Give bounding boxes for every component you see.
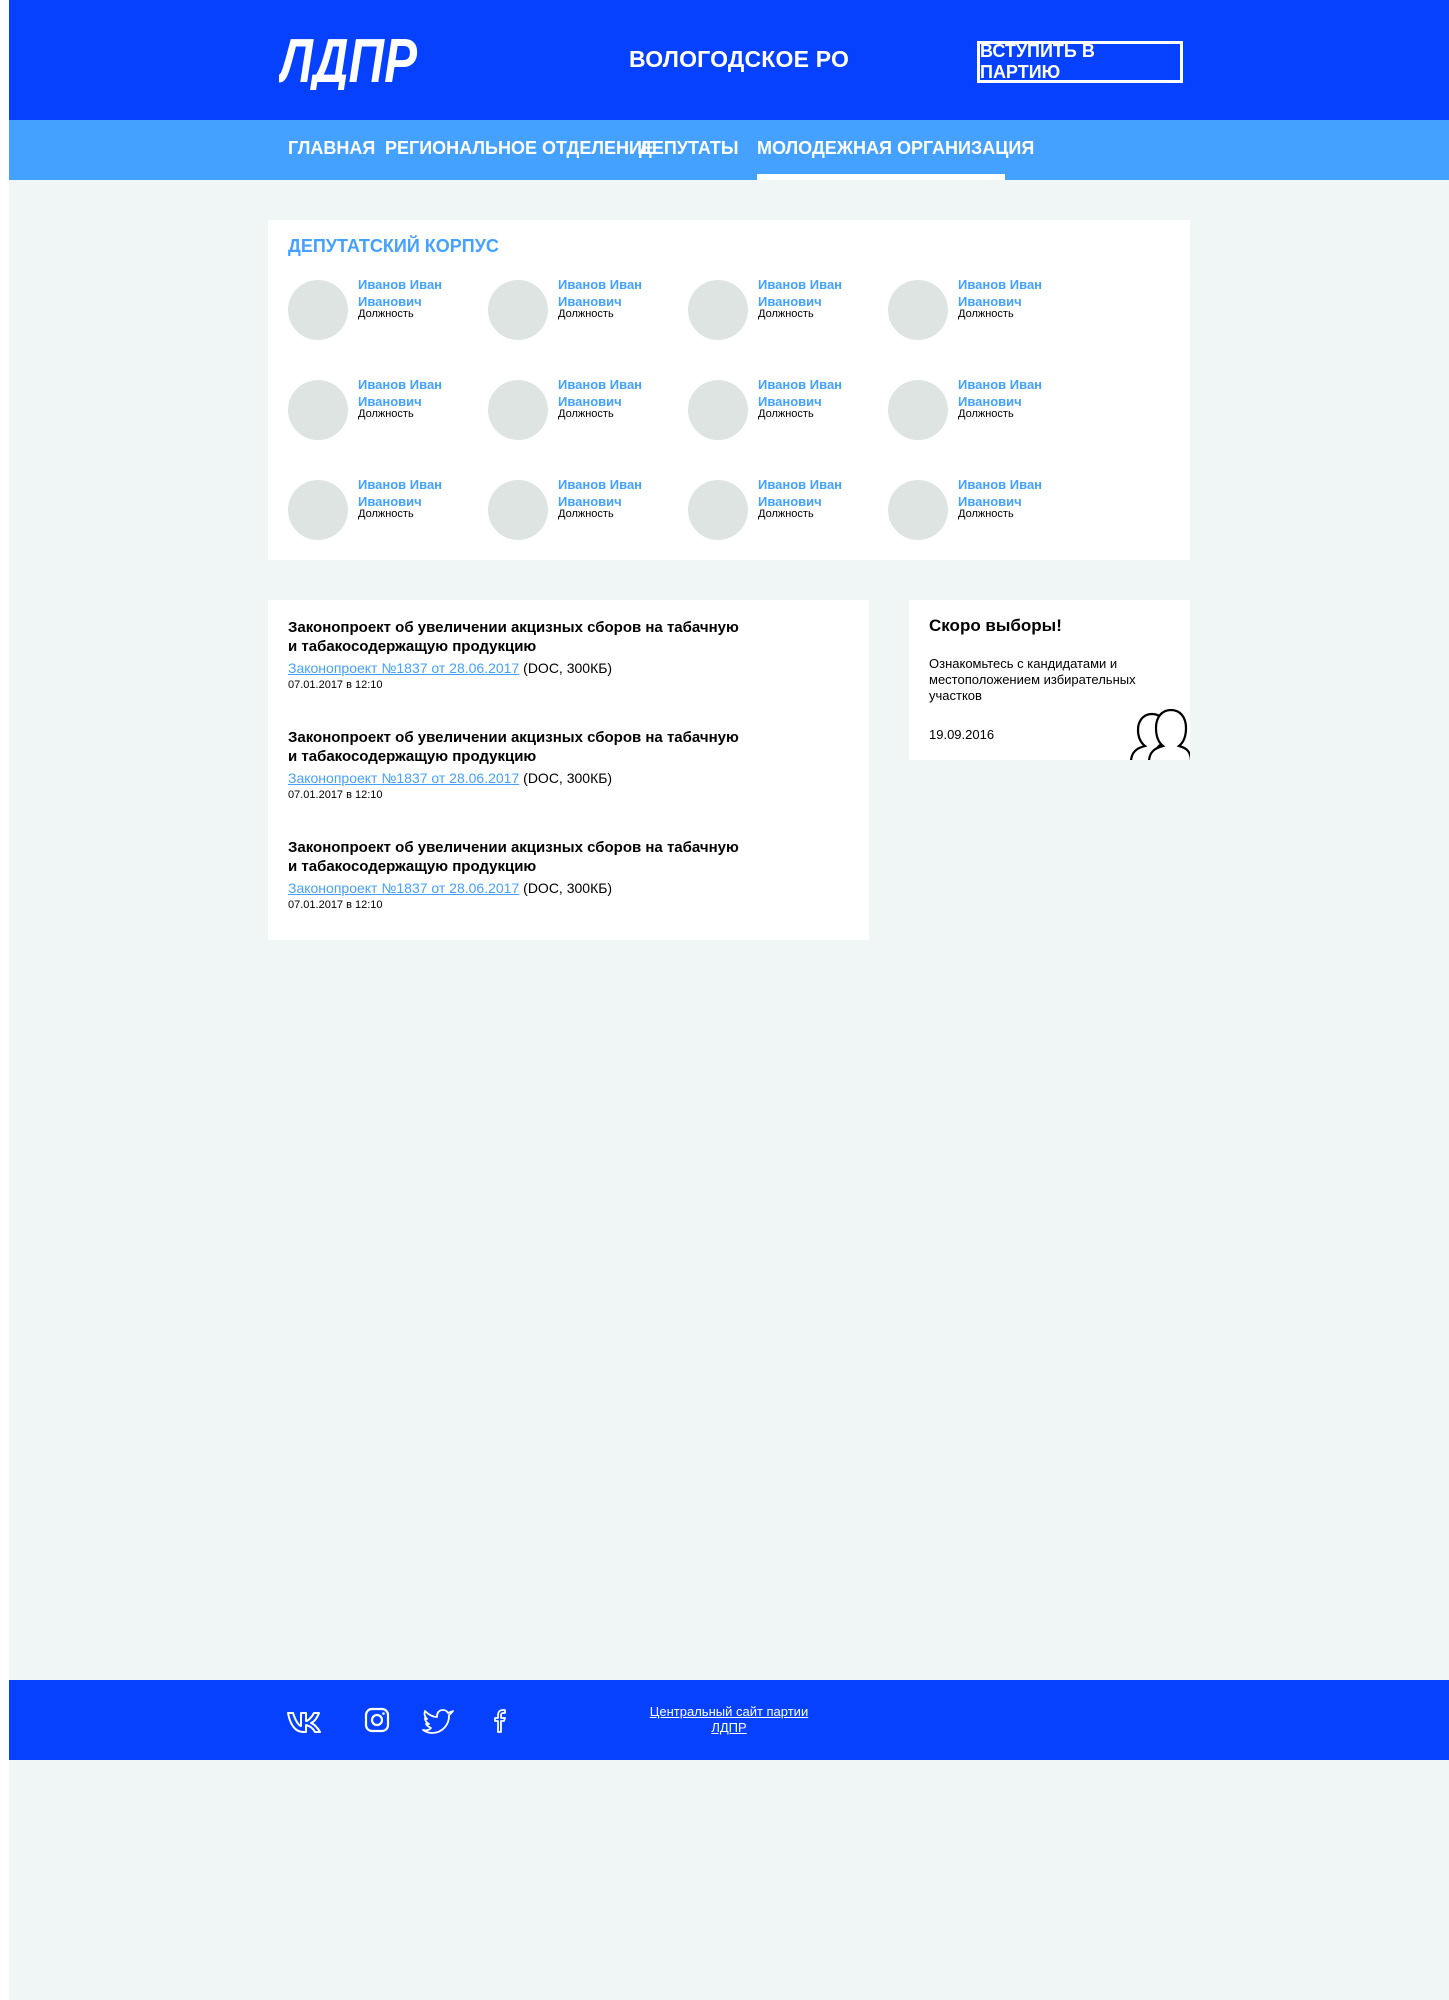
avatar <box>488 380 548 440</box>
document-item: Законопроект об увеличении акцизных сбор… <box>288 618 748 691</box>
deputy-name[interactable]: Иванов Иван Иванович <box>358 276 483 310</box>
document-link-row: Законопроект №1837 от 28.06.2017 (DOC, 3… <box>288 770 748 786</box>
document-meta: (DOC, 300КБ) <box>523 880 613 896</box>
avatar <box>288 280 348 340</box>
deputy-name[interactable]: Иванов Иван Иванович <box>558 476 683 510</box>
avatar <box>688 380 748 440</box>
nav-item-youth-organization[interactable]: МОЛОДЕЖНАЯ ОРГАНИЗАЦИЯ <box>757 138 1034 159</box>
elections-widget[interactable]: Скоро выборы! Ознакомьтесь с кандидатами… <box>909 600 1190 760</box>
deputy-name[interactable]: Иванов Иван Иванович <box>958 376 1083 410</box>
deputy-role: Должность <box>958 508 1014 520</box>
avatar <box>888 380 948 440</box>
deputy-card[interactable]: Иванов Иван Иванович Должность <box>488 376 688 440</box>
deputy-card[interactable]: Иванов Иван Иванович Должность <box>688 476 888 540</box>
document-title: Законопроект об увеличении акцизных сбор… <box>288 619 739 655</box>
deputy-card[interactable]: Иванов Иван Иванович Должность <box>888 376 1088 440</box>
deputy-role: Должность <box>758 408 814 420</box>
deputy-name[interactable]: Иванов Иван Иванович <box>758 476 883 510</box>
deputy-role: Должность <box>958 308 1014 320</box>
join-party-button[interactable]: ВСТУПИТЬ В ПАРТИЮ <box>977 41 1183 83</box>
elections-description: Ознакомьтесь с кандидатами и местоположе… <box>929 656 1136 703</box>
document-item: Законопроект об увеличении акцизных сбор… <box>288 728 748 801</box>
document-link[interactable]: Законопроект №1837 от 28.06.2017 <box>288 770 519 786</box>
deputy-card[interactable]: Иванов Иван Иванович Должность <box>888 276 1088 340</box>
deputy-name[interactable]: Иванов Иван Иванович <box>758 376 883 410</box>
document-meta: (DOC, 300КБ) <box>523 770 613 786</box>
deputy-name[interactable]: Иванов Иван Иванович <box>558 276 683 310</box>
document-title: Законопроект об увеличении акцизных сбор… <box>288 839 739 875</box>
avatar <box>488 280 548 340</box>
deputy-role: Должность <box>358 408 414 420</box>
site-footer: Центральный сайт партии ЛДПР <box>9 1680 1449 1760</box>
deputy-card[interactable]: Иванов Иван Иванович Должность <box>688 276 888 340</box>
avatar <box>888 480 948 540</box>
elections-title: Скоро выборы! <box>929 616 1062 635</box>
deputy-name[interactable]: Иванов Иван Иванович <box>358 376 483 410</box>
avatar <box>288 380 348 440</box>
site-header: ЛДПР ВОЛОГОДСКОЕ РО ВСТУПИТЬ В ПАРТИЮ <box>9 0 1449 120</box>
avatar <box>488 480 548 540</box>
deputy-role: Должность <box>358 308 414 320</box>
ldpr-logo[interactable]: ЛДПР <box>279 30 419 90</box>
document-link-row: Законопроект №1837 от 28.06.2017 (DOC, 3… <box>288 660 748 676</box>
nav-active-indicator <box>757 174 1005 180</box>
avatar <box>288 480 348 540</box>
deputy-role: Должность <box>758 308 814 320</box>
document-link[interactable]: Законопроект №1837 от 28.06.2017 <box>288 880 519 896</box>
vk-icon[interactable] <box>287 1706 321 1734</box>
document-title: Законопроект об увеличении акцизных сбор… <box>288 729 739 765</box>
page: ЛДПР ВОЛОГОДСКОЕ РО ВСТУПИТЬ В ПАРТИЮ ГЛ… <box>9 0 1449 2000</box>
deputy-name[interactable]: Иванов Иван Иванович <box>758 276 883 310</box>
svg-text:ЛДПР: ЛДПР <box>279 30 418 90</box>
deputy-name[interactable]: Иванов Иван Иванович <box>958 476 1083 510</box>
avatar <box>688 280 748 340</box>
deputies-title: ДЕПУТАТСКИЙ КОРПУС <box>288 236 499 256</box>
deputy-card[interactable]: Иванов Иван Иванович Должность <box>688 376 888 440</box>
document-item: Законопроект об увеличении акцизных сбор… <box>288 838 748 911</box>
deputy-card[interactable]: Иванов Иван Иванович Должность <box>288 276 488 340</box>
avatar <box>688 480 748 540</box>
avatar <box>888 280 948 340</box>
document-date: 07.01.2017 в 12:10 <box>288 679 383 691</box>
documents-list: Законопроект об увеличении акцизных сбор… <box>268 600 869 940</box>
region-title: ВОЛОГОДСКОЕ РО <box>629 46 850 72</box>
deputy-name[interactable]: Иванов Иван Иванович <box>358 476 483 510</box>
document-date: 07.01.2017 в 12:10 <box>288 899 383 911</box>
central-site-link[interactable]: Центральный сайт партии ЛДПР <box>649 1704 809 1736</box>
elections-date: 19.09.2016 <box>929 727 995 742</box>
deputy-card[interactable]: Иванов Иван Иванович Должность <box>488 476 688 540</box>
deputy-role: Должность <box>958 408 1014 420</box>
document-link-row: Законопроект №1837 от 28.06.2017 (DOC, 3… <box>288 880 748 896</box>
deputy-card[interactable]: Иванов Иван Иванович Должность <box>288 376 488 440</box>
deputy-role: Должность <box>358 508 414 520</box>
deputy-card[interactable]: Иванов Иван Иванович Должность <box>288 476 488 540</box>
people-icon <box>1130 708 1190 760</box>
deputy-role: Должность <box>558 408 614 420</box>
document-link[interactable]: Законопроект №1837 от 28.06.2017 <box>288 660 519 676</box>
deputy-role: Должность <box>558 308 614 320</box>
document-meta: (DOC, 300КБ) <box>523 660 613 676</box>
deputy-card[interactable]: Иванов Иван Иванович Должность <box>888 476 1088 540</box>
deputy-role: Должность <box>758 508 814 520</box>
instagram-icon[interactable] <box>360 1706 394 1734</box>
deputies-section: ДЕПУТАТСКИЙ КОРПУС Иванов Иван Иванович … <box>268 220 1190 560</box>
nav-item-home[interactable]: ГЛАВНАЯ <box>288 138 375 159</box>
document-date: 07.01.2017 в 12:10 <box>288 789 383 801</box>
deputy-name[interactable]: Иванов Иван Иванович <box>558 376 683 410</box>
twitter-icon[interactable] <box>422 1706 456 1734</box>
main-nav: ГЛАВНАЯ РЕГИОНАЛЬНОЕ ОТДЕЛЕНИЕ ДЕПУТАТЫ … <box>9 120 1449 282</box>
deputy-card[interactable]: Иванов Иван Иванович Должность <box>488 276 688 340</box>
nav-item-deputies[interactable]: ДЕПУТАТЫ <box>639 138 739 159</box>
deputy-name[interactable]: Иванов Иван Иванович <box>958 276 1083 310</box>
facebook-icon[interactable] <box>484 1706 518 1734</box>
deputy-role: Должность <box>558 508 614 520</box>
nav-item-regional-office[interactable]: РЕГИОНАЛЬНОЕ ОТДЕЛЕНИЕ <box>385 138 654 159</box>
